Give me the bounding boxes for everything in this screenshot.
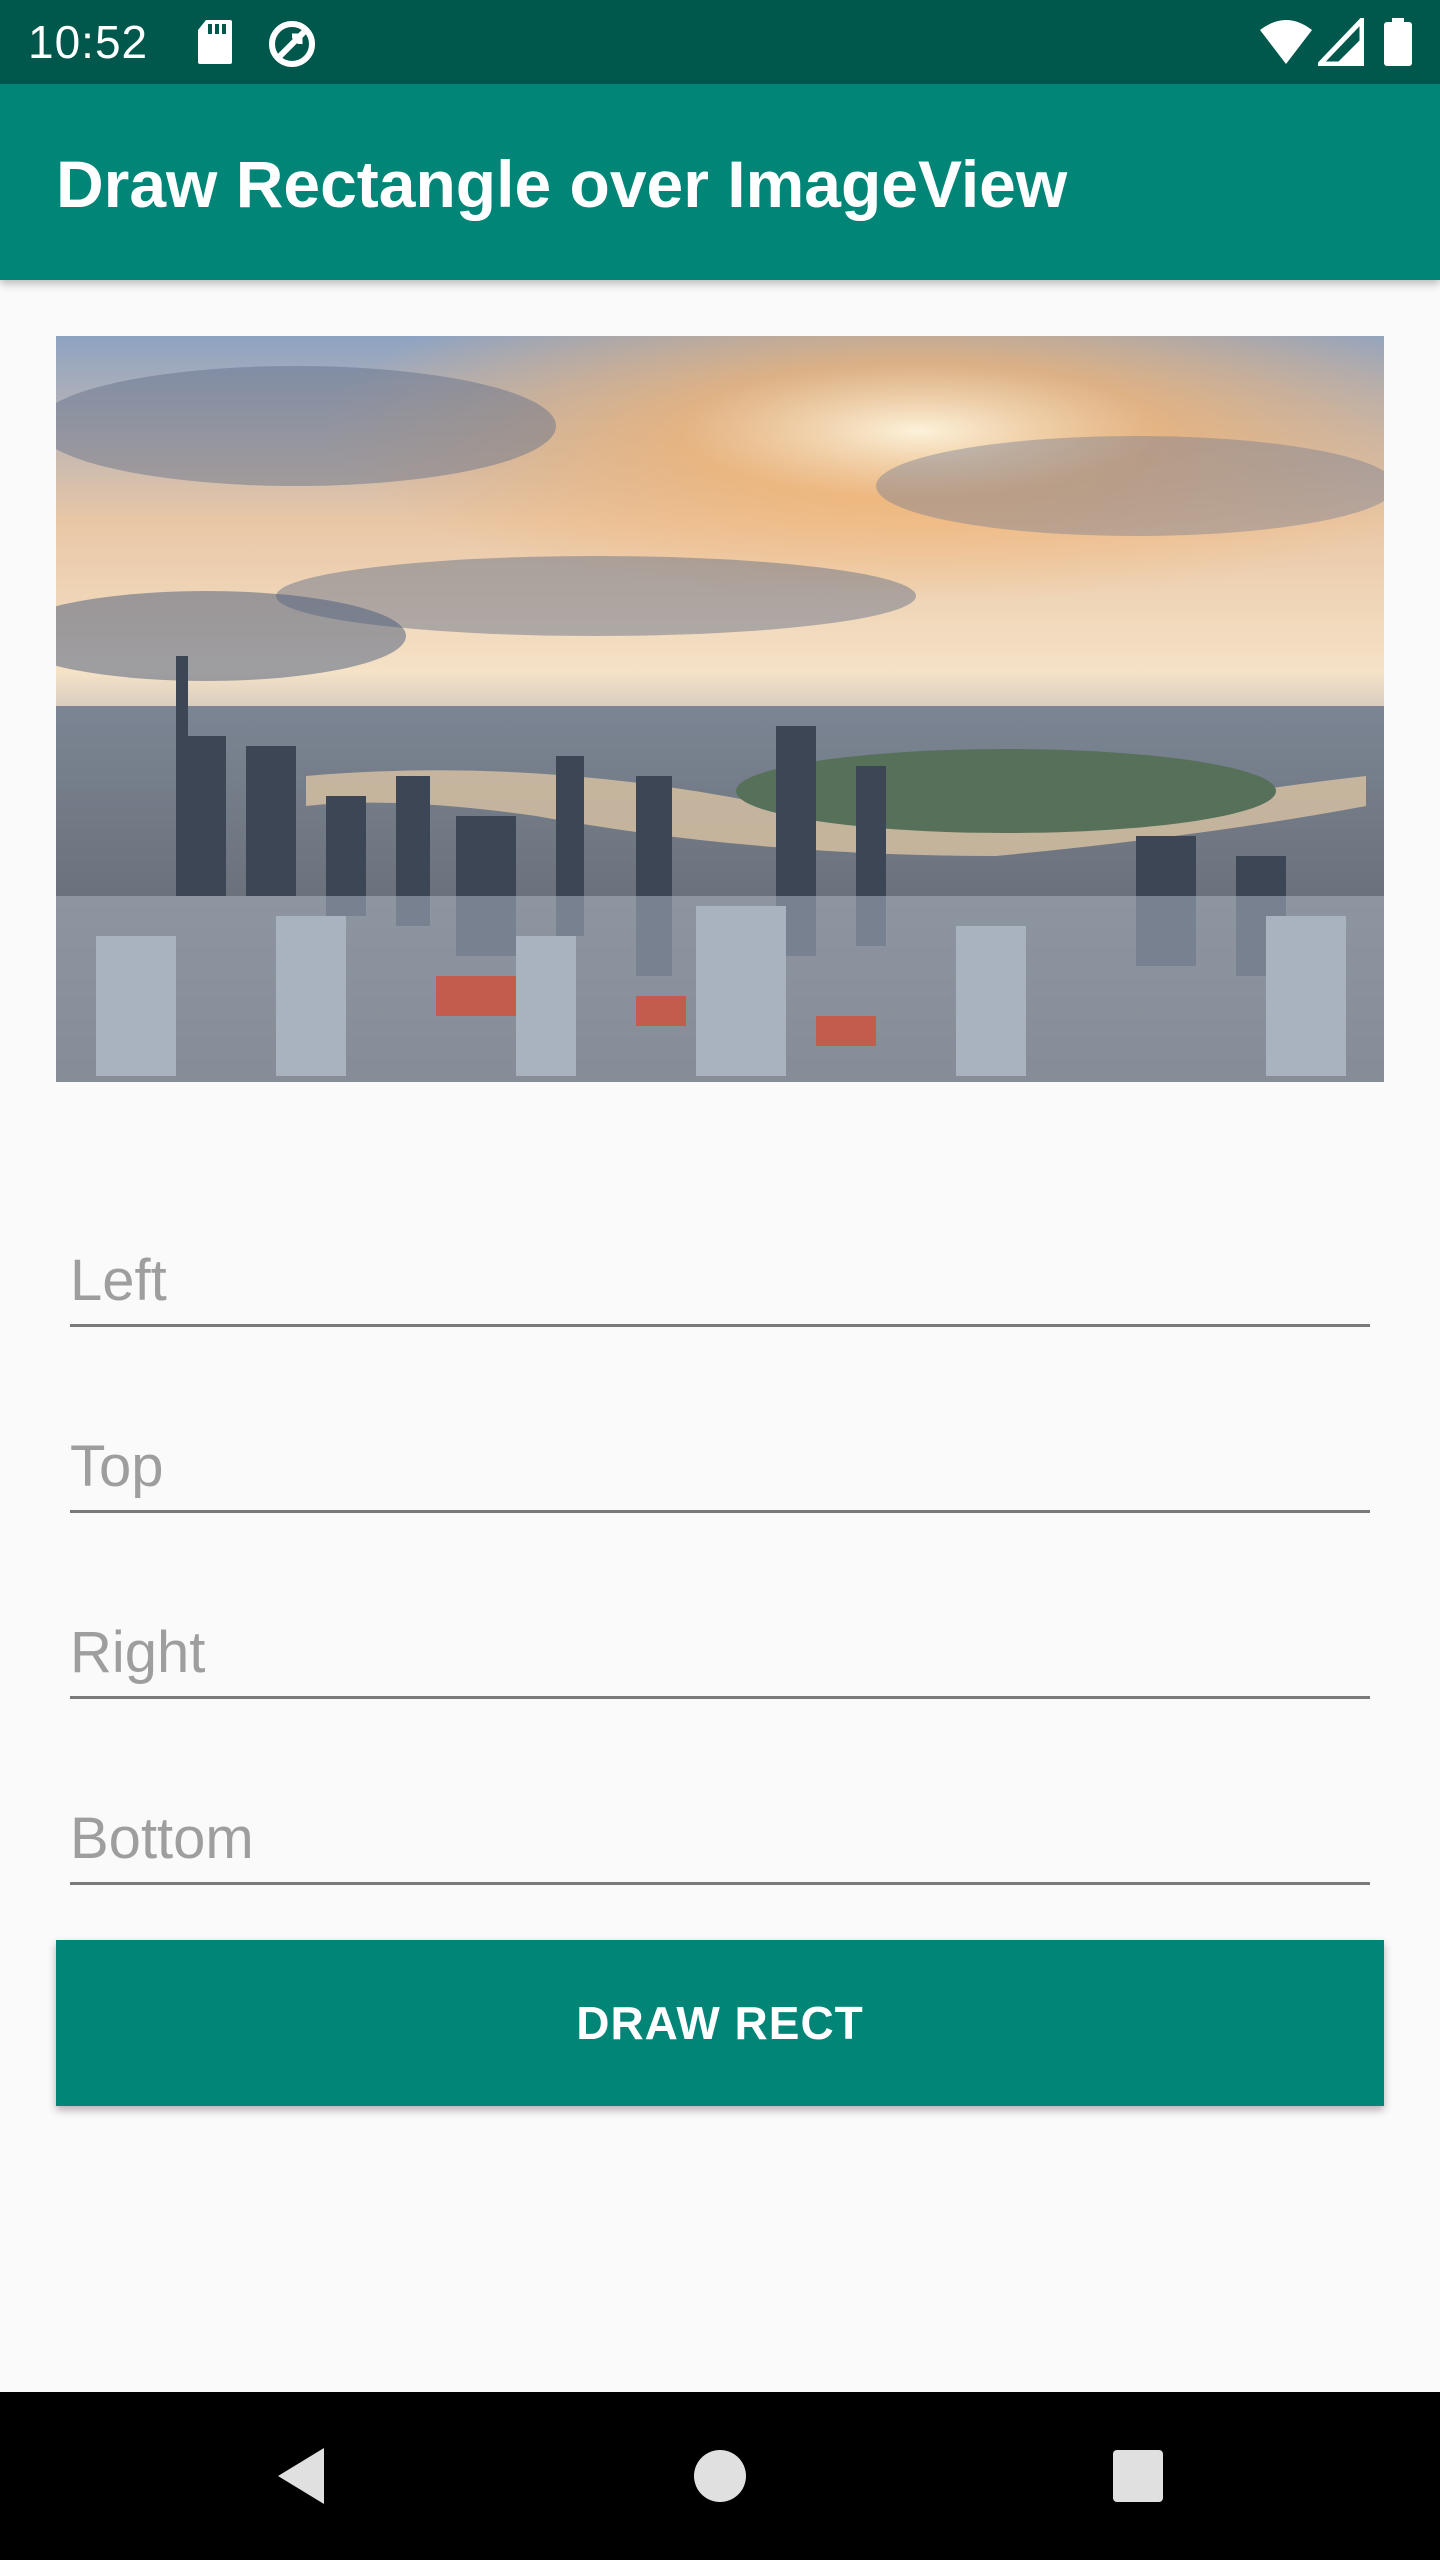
top-field[interactable]: [70, 1400, 1370, 1513]
status-time: 10:52: [28, 16, 149, 68]
back-icon[interactable]: [270, 2436, 330, 2521]
wifi-icon: [1258, 18, 1314, 71]
left-input[interactable]: [70, 1247, 1370, 1314]
battery-icon: [1384, 18, 1412, 71]
signal-icon: [1314, 13, 1365, 71]
draw-rect-button[interactable]: DRAW RECT: [56, 1940, 1384, 2106]
right-input[interactable]: [70, 1619, 1370, 1686]
status-bar: 10:52: [0, 0, 1440, 84]
sd-card-icon: [196, 18, 234, 71]
sync-icon: [266, 18, 318, 75]
bottom-input[interactable]: [70, 1805, 1370, 1872]
left-field[interactable]: [70, 1214, 1370, 1327]
app-bar: Draw Rectangle over ImageView: [0, 84, 1440, 280]
navigation-bar: [0, 2392, 1440, 2560]
image-view: [56, 336, 1384, 1082]
top-input[interactable]: [70, 1433, 1370, 1500]
city-skyline-image: [56, 336, 1384, 1082]
home-icon[interactable]: [690, 2436, 750, 2521]
bottom-field[interactable]: [70, 1772, 1370, 1885]
recents-icon[interactable]: [1108, 2436, 1168, 2521]
right-field[interactable]: [70, 1586, 1370, 1699]
page-title: Draw Rectangle over ImageView: [56, 147, 1068, 221]
